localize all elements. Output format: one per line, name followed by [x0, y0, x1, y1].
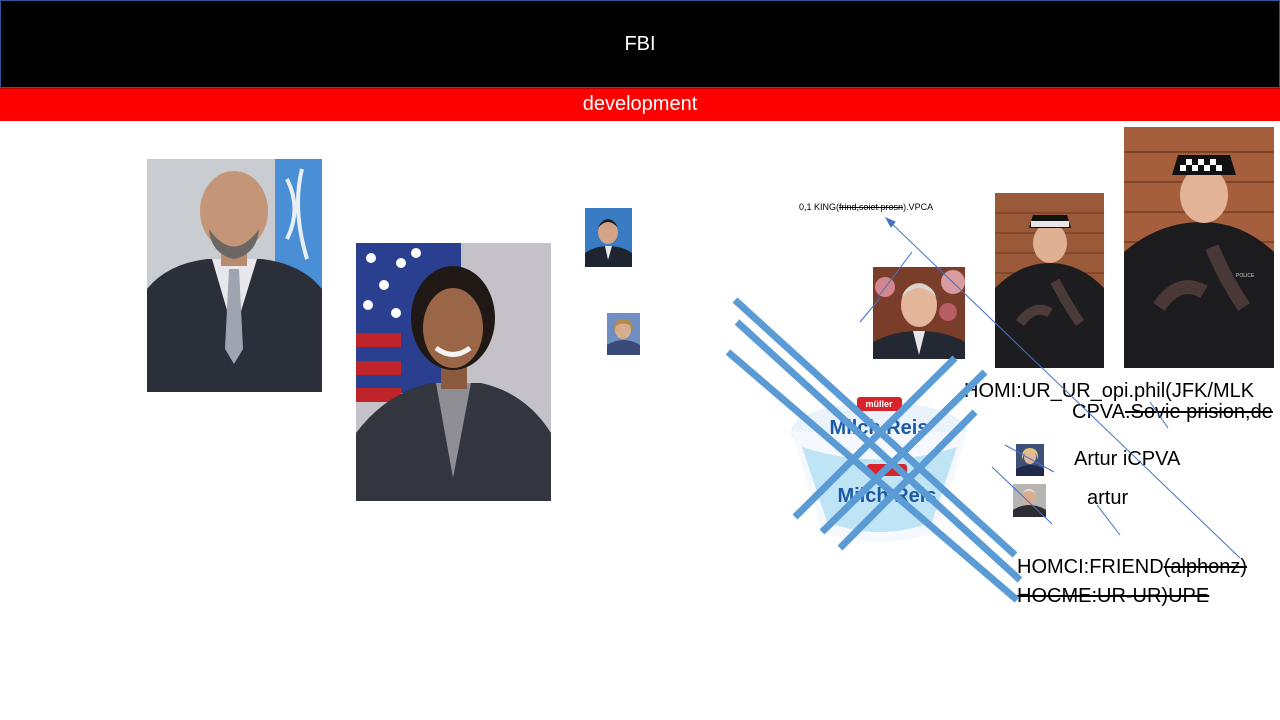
king-note-prefix: 0,1 KING(: [799, 202, 840, 212]
yogurt-product-text-bottom: Milch Reis: [838, 485, 937, 507]
artur-label: artur: [1087, 487, 1129, 509]
cpva-line: CPVA.Sovie prision,de: [1072, 401, 1273, 424]
portrait-photo-older-man: [873, 267, 965, 359]
portrait-photo-man-un-flag: [147, 159, 322, 392]
product-photo-yogurt-cup: müller Milch Reis Milch Reis: [782, 392, 977, 542]
cpva-struck-text: .Sovie prision,de: [1124, 401, 1273, 423]
portrait-photo-tiny-blonde-woman: [1016, 444, 1044, 476]
slide-title: FBI: [624, 33, 656, 55]
hocme-line: HOCME:UR-UR)UPE: [1017, 585, 1210, 607]
portrait-photo-woman-us-flag: [356, 243, 551, 501]
slide: FBI development POLICE müller Milch Reis…: [0, 0, 1280, 720]
homci-prefix: HOMCI:FRIEND: [1017, 556, 1164, 578]
king-note: 0,1 KING(frind,soiet prosn).VPCA: [799, 202, 933, 212]
portrait-photo-tiny-older-man: [1013, 484, 1046, 517]
portrait-photo-police-officer-large: POLICE: [1124, 127, 1274, 368]
portrait-photo-police-officer-small: [995, 193, 1104, 368]
police-badge-text: POLICE: [1236, 273, 1255, 279]
yogurt-product-text-top: Milch Reis: [830, 417, 929, 439]
slide-subtitle: development: [582, 93, 698, 115]
king-note-suffix: ).VPCA: [903, 202, 934, 212]
homi-line: HOMI:UR_UR_opi.phil(JFK/MLK: [964, 380, 1255, 402]
homci-line: HOMCI:FRIEND(alphonz): [1017, 556, 1247, 579]
artur-icpva-label: Artur iCPVA: [1074, 448, 1181, 470]
homci-struck-text: (alphonz): [1163, 556, 1248, 578]
portrait-photo-small-man: [585, 208, 632, 267]
yogurt-brand-text: müller: [865, 399, 893, 409]
portrait-photo-tiny-woman: [607, 313, 640, 355]
cpva-prefix: CPVA: [1072, 401, 1125, 423]
arrowhead: [884, 216, 896, 228]
king-note-struck-text: frind,soiet prosn: [839, 202, 904, 212]
